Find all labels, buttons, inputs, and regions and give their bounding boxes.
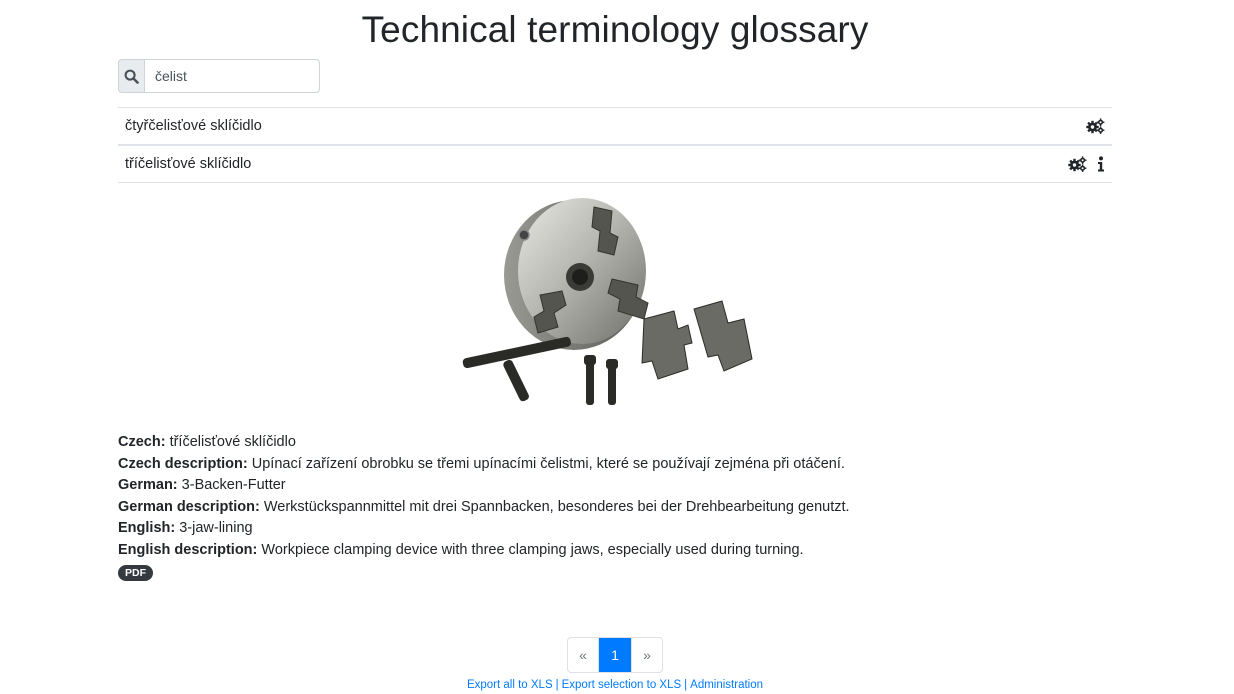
english-description-value: Workpiece clamping device with three cla… <box>261 541 804 558</box>
export-selection-link[interactable]: Export selection to XLS <box>562 679 682 691</box>
pagination-prev[interactable]: « <box>568 638 599 672</box>
czech-label: Czech: <box>118 434 166 450</box>
export-all-link[interactable]: Export all to XLS <box>467 679 553 691</box>
result-label: tříčelisťové sklíčidlo <box>125 156 252 172</box>
english-description-label: English description: <box>118 541 258 558</box>
administration-link[interactable]: Administration <box>690 679 763 691</box>
english-description-line: English description: Workpiece clamping … <box>118 540 850 562</box>
pdf-badge[interactable]: PDF <box>118 564 153 581</box>
german-value: 3-Backen-Futter <box>181 477 286 494</box>
czech-description-line: Czech description: Upínací zařízení obro… <box>118 454 850 476</box>
footer-separator: | <box>684 679 688 691</box>
info-icon[interactable] <box>1097 156 1105 172</box>
english-value: 3-jaw-lining <box>179 520 253 537</box>
english-line: English: 3-jaw-lining <box>118 518 850 540</box>
german-label: German: <box>118 477 178 494</box>
czech-value: tříčelisťové sklíčidlo <box>169 434 296 450</box>
gears-icon[interactable] <box>1086 118 1105 134</box>
german-description-line: German description: Werkstückspannmittel… <box>118 497 850 519</box>
czech-line: Czech: tříčelisťové sklíčidlo <box>118 432 850 454</box>
result-row[interactable]: tříčelisťové sklíčidlo <box>118 144 1112 183</box>
german-description-value: Werkstückspannmittel mit drei Spannbacke… <box>263 498 850 515</box>
result-row[interactable]: čtyřčelisťové sklíčidlo <box>118 107 1112 144</box>
search-input[interactable] <box>144 59 320 93</box>
term-details: Czech: tříčelisťové sklíčidlo Czech desc… <box>118 432 850 583</box>
english-label: English: <box>118 520 176 537</box>
german-description-label: German description: <box>118 498 260 515</box>
footer-links: Export all to XLS | Export selection to XL… <box>0 679 1230 691</box>
czech-description-label: Czech description: <box>118 455 248 472</box>
gears-icon[interactable] <box>1068 156 1087 172</box>
footer-separator: | <box>555 679 559 691</box>
result-label: čtyřčelisťové sklíčidlo <box>125 118 262 134</box>
czech-description-value: Upínací zařízení obrobku se třemi upínac… <box>251 455 845 472</box>
page-title: Technical terminology glossary <box>361 9 869 50</box>
pagination-page-1[interactable]: 1 <box>599 638 631 672</box>
search-icon[interactable] <box>118 59 144 93</box>
pagination: « 1 » <box>567 637 663 673</box>
search-group <box>118 59 320 93</box>
term-image <box>462 193 762 413</box>
result-list: čtyřčelisťové sklíčidlo tříčelisťové skl… <box>118 107 1112 183</box>
german-line: German: 3-Backen-Futter <box>118 475 850 497</box>
pagination-next[interactable]: » <box>631 638 662 672</box>
